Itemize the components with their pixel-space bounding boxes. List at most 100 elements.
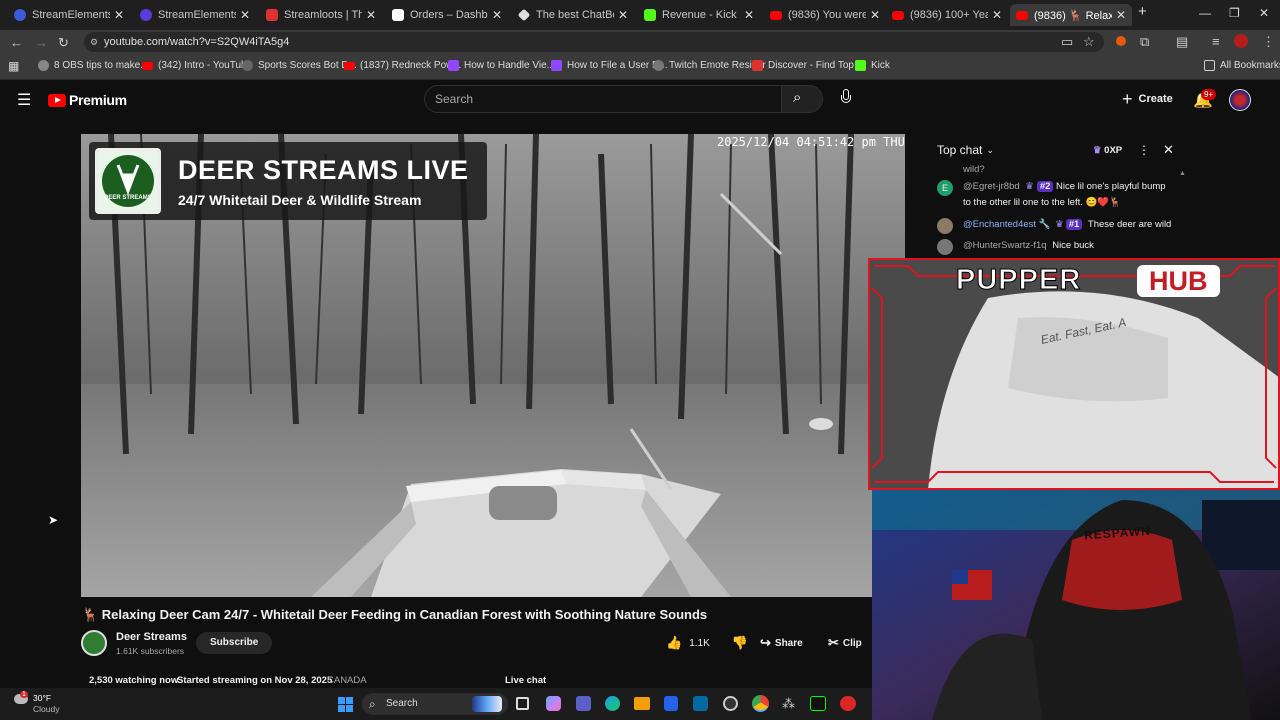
close-icon[interactable]: ✕ <box>992 8 1002 22</box>
back-icon[interactable]: ← <box>10 35 23 50</box>
obs-icon[interactable] <box>723 696 738 711</box>
microphone-icon[interactable] <box>840 89 852 107</box>
close-chat-icon[interactable]: ✕ <box>1163 142 1174 158</box>
browser-tab-4[interactable]: Orders – Dashboard ✕ <box>386 4 508 26</box>
bookmark-item[interactable]: Kick <box>855 60 890 71</box>
account-avatar[interactable] <box>1229 89 1251 111</box>
task-view-icon[interactable] <box>516 697 529 710</box>
share-button[interactable]: ↪ Share <box>760 632 803 654</box>
obs-icon <box>38 60 49 71</box>
search-input[interactable]: Search <box>424 85 782 113</box>
weather-temp[interactable]: 30°F <box>33 693 51 703</box>
hamburger-menu-icon[interactable]: ☰ <box>17 90 31 110</box>
streamloots-icon <box>266 9 278 21</box>
chat-username[interactable]: @HunterSwartz-f1q <box>963 240 1047 251</box>
chat-username[interactable]: @Enchanted4est <box>963 219 1036 230</box>
more-options-icon[interactable]: ⋮ <box>1138 143 1150 157</box>
close-icon[interactable]: ✕ <box>618 8 628 22</box>
tab-label: Orders – Dashboard <box>410 9 488 21</box>
media-control-icon[interactable]: ≡ <box>1212 34 1220 49</box>
close-icon[interactable]: ✕ <box>366 8 376 22</box>
sidepanel-icon[interactable]: ▤ <box>1176 34 1188 50</box>
crown-icon: ♛ <box>1093 145 1102 156</box>
channel-avatar[interactable] <box>81 630 107 656</box>
create-button[interactable]: + Create <box>1122 88 1173 110</box>
browser-tab-2[interactable]: StreamElements - ripp ✕ <box>134 4 256 26</box>
bookmark-item[interactable]: Discover - Find Top... <box>752 60 862 71</box>
browser-menu-icon[interactable]: ⋮ <box>1262 34 1275 50</box>
channel-name[interactable]: Deer Streams <box>116 631 187 643</box>
copilot-icon[interactable] <box>546 696 561 711</box>
xp-badge[interactable]: ♛ 0XP <box>1093 145 1122 156</box>
windows-start-icon[interactable] <box>338 697 353 712</box>
location-tag[interactable]: CANADA <box>327 675 367 686</box>
close-icon[interactable]: ✕ <box>114 8 124 22</box>
taskbar-search[interactable]: ⌕ Search <box>362 693 508 715</box>
live-chat-toggle[interactable]: Live chat <box>505 675 546 686</box>
windows-taskbar: 1 30°F Cloudy ⌕ Search ⁂ <box>0 688 872 720</box>
notification-badge: 9+ <box>1201 89 1217 100</box>
twitch-icon <box>551 60 562 71</box>
subscribe-button[interactable]: Subscribe <box>196 632 273 654</box>
twitch-icon <box>448 60 459 71</box>
top-chat-dropdown[interactable]: Top chat ⌄ <box>937 143 994 157</box>
close-icon[interactable]: ✕ <box>744 8 754 22</box>
bookmark-item[interactable]: Twitch Emote Resizer <box>653 60 766 71</box>
cast-icon[interactable]: ▭ <box>1061 34 1073 50</box>
webcam-scene <box>872 490 1280 720</box>
url-field[interactable]: ⚙ youtube.com/watch?v=S2QW4iTA5g4 <box>84 32 1104 52</box>
youtube-icon <box>770 10 782 20</box>
bookmark-star-icon[interactable]: ☆ <box>1083 34 1095 50</box>
store-icon[interactable] <box>664 696 678 711</box>
browser-tab-1[interactable]: StreamElements - Ove ✕ <box>8 4 130 26</box>
app-red-icon[interactable] <box>840 696 856 711</box>
live-chat-panel: Top chat ⌄ ♛ 0XP ⋮ ✕ wild? ▲ E @Egret-jr… <box>925 134 1280 264</box>
forward-icon[interactable]: → <box>35 35 48 50</box>
reload-icon[interactable]: ↻ <box>58 35 69 51</box>
bookmark-item[interactable]: (1837) Redneck Pow... <box>344 60 461 71</box>
chat-username[interactable]: @Egret-jr8bd <box>963 181 1020 192</box>
site-info-icon[interactable]: ⚙ <box>90 32 98 52</box>
profile-avatar[interactable] <box>1234 34 1248 48</box>
thumbs-down-icon[interactable]: 👎 <box>732 635 748 651</box>
search-button[interactable]: ⌕ <box>781 85 823 113</box>
browser-tab-active[interactable]: (9836) 🦌 Relaxing D ✕ <box>1010 4 1132 26</box>
bookmark-item[interactable]: How to Handle Vie... <box>448 60 555 71</box>
bookmark-item[interactable]: Sports Scores Bot D... <box>242 60 357 71</box>
bookmark-item[interactable]: (342) Intro - YouTube <box>142 60 252 71</box>
youtube-logo[interactable]: Premium <box>48 92 127 108</box>
extension-icon[interactable] <box>1116 36 1126 46</box>
teams-icon[interactable] <box>576 696 591 711</box>
terminal-icon[interactable] <box>810 696 826 711</box>
edge-icon[interactable] <box>605 696 620 711</box>
browser-tab-7[interactable]: (9836) You were my b ✕ <box>764 4 886 26</box>
video-player[interactable]: DEER STREAMS DEER STREAMS LIVE 24/7 Whit… <box>81 134 905 597</box>
youtube-icon <box>1016 10 1028 20</box>
clip-button[interactable]: ✂ Clip <box>828 632 862 654</box>
close-icon[interactable]: ✕ <box>870 8 880 22</box>
app-icon[interactable]: ⁂ <box>782 696 795 712</box>
window-close-icon[interactable]: ✕ <box>1259 6 1269 20</box>
like-count[interactable]: 1.1K <box>689 638 710 649</box>
browser-tab-5[interactable]: The best ChatBot and ✕ <box>512 4 634 26</box>
chrome-icon[interactable] <box>752 695 769 712</box>
extensions-puzzle-icon[interactable]: ⧉ <box>1140 34 1149 50</box>
new-tab-button[interactable]: + <box>1138 3 1147 20</box>
minimize-icon[interactable]: — <box>1199 6 1211 20</box>
browser-tab-3[interactable]: Streamloots | Theripp ✕ <box>260 4 382 26</box>
all-bookmarks-button[interactable]: All Bookmarks <box>1204 60 1280 71</box>
browser-tab-6[interactable]: Revenue - Kick Dashb ✕ <box>638 4 760 26</box>
file-explorer-icon[interactable] <box>634 697 650 710</box>
close-icon[interactable]: ✕ <box>240 8 250 22</box>
close-icon[interactable]: ✕ <box>1116 8 1126 22</box>
restore-icon[interactable]: ❐ <box>1229 6 1240 20</box>
browser-tab-8[interactable]: (9836) 100+ Years Of ✕ <box>886 4 1008 26</box>
bookmark-item[interactable]: 8 OBS tips to make... <box>38 60 148 71</box>
scroll-up-icon[interactable]: ▲ <box>1179 170 1186 177</box>
outlook-icon[interactable] <box>693 696 708 711</box>
close-icon[interactable]: ✕ <box>492 8 502 22</box>
bookmark-item[interactable]: How to File a User R... <box>551 60 668 71</box>
chat-message: @Enchanted4est 🔧 ♛ #1 These deer are wild <box>963 217 1171 233</box>
thumbs-up-icon[interactable]: 👍 <box>666 635 682 651</box>
apps-grid-icon[interactable]: ▦ <box>8 59 19 73</box>
